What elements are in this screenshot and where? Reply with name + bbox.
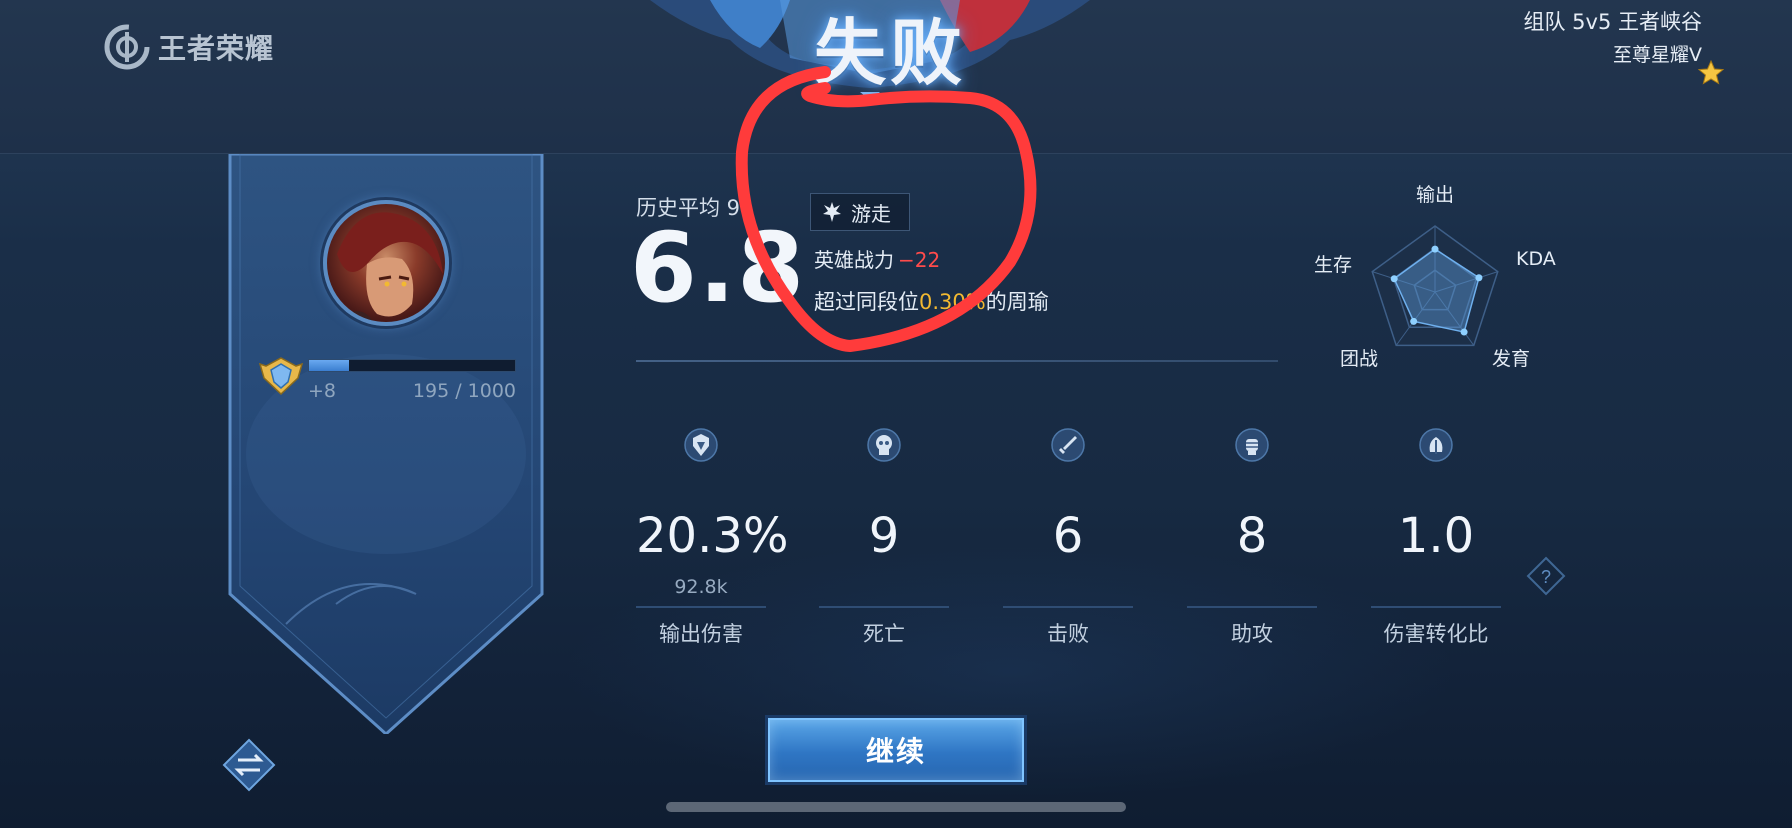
stat-underline [1003, 606, 1133, 608]
radar-label-growth: 发育 [1492, 348, 1531, 370]
hero-avatar [323, 200, 449, 326]
xp-progress-fill [309, 360, 350, 371]
stat-2: 6 击败 [1003, 428, 1133, 648]
stat-underline [1371, 606, 1501, 608]
xp-count: 195 / 1000 [412, 380, 516, 402]
radar-label-teamfight: 团战 [1340, 348, 1379, 370]
stat-label: 死亡 [863, 622, 905, 646]
roam-icon [823, 202, 841, 222]
rank-badge-icon [258, 357, 304, 396]
stat-value: 1.0 [1397, 508, 1475, 564]
skull-icon [867, 428, 901, 462]
fist-icon [1235, 428, 1269, 462]
stat-sub [1003, 576, 1133, 602]
stat-value: 9 [868, 508, 900, 564]
radar-label-survival: 生存 [1314, 254, 1353, 276]
stat-label: 助攻 [1231, 622, 1273, 646]
svg-text:?: ? [1541, 567, 1551, 587]
hero-power: 英雄战力 −22 [814, 244, 940, 273]
surpass-suffix: 的周瑜 [985, 290, 1049, 314]
radar-point [1431, 245, 1439, 253]
radar-point [1390, 275, 1398, 283]
stat-underline [819, 606, 949, 608]
game-logo: 王者荣耀 [102, 22, 274, 72]
stat-4: 1.0 伤害转化比 [1371, 428, 1501, 648]
hero-power-label: 英雄战力 [814, 248, 894, 272]
logo-text: 王者荣耀 [158, 32, 275, 65]
match-score: 6.8 [630, 212, 807, 324]
radar-point [1410, 317, 1418, 325]
output-icon [684, 428, 718, 462]
stat-label: 击败 [1047, 622, 1089, 646]
stat-3: 8 助攻 [1187, 428, 1317, 648]
conversion-icon [1419, 428, 1453, 462]
surpass-text: 超过同段位0.30%的周瑜 [814, 286, 1049, 316]
stat-sub [1371, 576, 1501, 602]
stat-1: 9 死亡 [819, 428, 949, 648]
help-icon[interactable]: ? [1526, 556, 1566, 596]
stat-underline [636, 606, 766, 608]
stat-underline [1187, 606, 1317, 608]
logo-icon [104, 24, 150, 70]
xp-progress-bar [308, 359, 516, 372]
stat-value: 6 [1052, 508, 1084, 564]
stat-sub: 92.8k [674, 576, 728, 598]
hero-power-delta: −22 [898, 248, 941, 272]
stat-sub [819, 576, 949, 602]
star-icon [1698, 60, 1724, 85]
radar-point [1475, 274, 1483, 282]
continue-button[interactable]: 继续 [768, 718, 1024, 782]
stat-0: 20.3% 92.8k 输出伤害 [636, 428, 789, 648]
match-info: 组队 5v5 王者峡谷 至尊星耀V [1524, 6, 1703, 67]
surpass-percent: 0.30% [919, 290, 986, 314]
match-rank: 至尊星耀V [1613, 44, 1702, 66]
stat-label: 输出伤害 [659, 622, 743, 646]
sword-icon [1051, 428, 1085, 462]
swap-button[interactable] [222, 738, 276, 792]
stat-value: 20.3% [636, 508, 789, 564]
radar-point [1460, 328, 1468, 336]
performance-radar: 输出 KDA 发育 团战 生存 [1300, 180, 1590, 380]
result-title: 失败 [813, 10, 966, 95]
radar-label-output: 输出 [1416, 184, 1455, 206]
radar-label-kda: KDA [1516, 248, 1556, 270]
stat-label: 伤害转化比 [1383, 622, 1489, 646]
xp-gain: +8 [308, 380, 337, 402]
divider [636, 360, 1278, 362]
match-mode: 组队 5v5 王者峡谷 [1523, 10, 1703, 34]
surpass-prefix: 超过同段位 [814, 290, 919, 314]
stat-sub [1187, 576, 1317, 602]
role-label: 游走 [851, 201, 891, 226]
role-tag: 游走 [810, 193, 910, 231]
stat-value: 8 [1236, 508, 1268, 564]
home-indicator[interactable] [666, 802, 1126, 812]
